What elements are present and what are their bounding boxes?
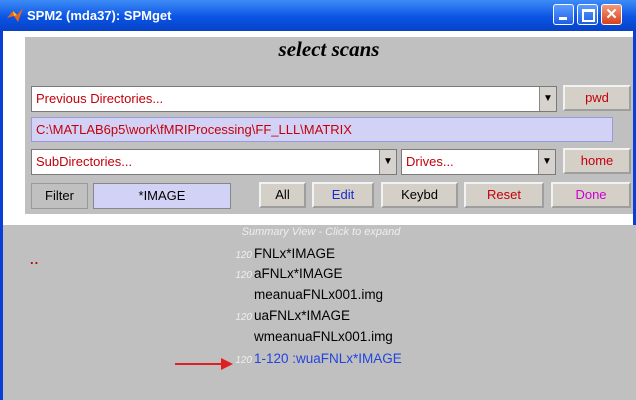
home-button[interactable]: home	[563, 148, 631, 174]
annotation-arrow-line	[175, 363, 223, 365]
close-icon: ✕	[605, 6, 618, 23]
title-bar[interactable]: SPM2 (mda37): SPMget ✕	[0, 0, 636, 31]
minimize-button[interactable]	[553, 4, 574, 25]
summary-view-header[interactable]: Summary View - Click to expand	[3, 226, 636, 238]
done-button[interactable]: Done	[551, 182, 631, 208]
all-button[interactable]: All	[259, 182, 306, 208]
previous-directories-label: Previous Directories...	[36, 91, 164, 106]
chevron-down-icon[interactable]: ▼	[539, 87, 556, 111]
arrow-right-icon	[221, 358, 233, 370]
list-item[interactable]: 120 aFNLx*IMAGE	[230, 266, 343, 281]
item-name: uaFNLx*IMAGE	[254, 308, 351, 323]
filter-label: Filter	[31, 183, 88, 209]
current-path-field[interactable]: C:\MATLAB6p5\work\fMRIProcessing\FF_LLL\…	[31, 117, 613, 142]
item-name: meanuaFNLx001.img	[254, 287, 384, 302]
list-item[interactable]: wmeanuaFNLx001.img	[230, 329, 393, 344]
reset-button[interactable]: Reset	[464, 182, 544, 208]
minimize-icon	[559, 17, 567, 20]
keybd-button[interactable]: Keybd	[381, 182, 458, 208]
item-count: 120	[235, 312, 252, 323]
chevron-down-icon[interactable]: ▼	[538, 150, 555, 174]
list-item[interactable]: meanuaFNLx001.img	[230, 287, 383, 302]
item-name: aFNLx*IMAGE	[254, 266, 343, 281]
subdirectories-dropdown[interactable]: SubDirectories... ▼	[31, 149, 397, 175]
previous-directories-dropdown[interactable]: Previous Directories... ▼	[31, 86, 557, 112]
window-title: SPM2 (mda37): SPMget	[27, 8, 172, 23]
filter-input[interactable]: *IMAGE	[93, 183, 231, 209]
item-count: 120	[235, 270, 252, 281]
maximize-icon	[582, 9, 595, 22]
drives-dropdown[interactable]: Drives... ▼	[401, 149, 556, 175]
matlab-icon	[7, 8, 23, 22]
item-name: FNLx*IMAGE	[254, 246, 336, 261]
edit-button[interactable]: Edit	[312, 182, 374, 208]
spmget-window: SPM2 (mda37): SPMget ✕ select scans Prev…	[0, 0, 636, 400]
panel-title: select scans	[278, 37, 380, 61]
list-item[interactable]: 120 FNLx*IMAGE	[230, 246, 335, 261]
list-item-selected[interactable]: 120 1-120 :wuaFNLx*IMAGE	[230, 351, 402, 366]
item-name: wmeanuaFNLx001.img	[254, 329, 393, 344]
item-name: 1-120 :wuaFNLx*IMAGE	[254, 351, 402, 366]
parent-directory-item[interactable]: ..	[30, 252, 39, 267]
item-count: 120	[235, 250, 252, 261]
list-item[interactable]: 120 uaFNLx*IMAGE	[230, 308, 350, 323]
maximize-button[interactable]	[577, 4, 598, 25]
close-button[interactable]: ✕	[601, 4, 622, 25]
item-count: 120	[235, 355, 252, 366]
drives-label: Drives...	[406, 154, 454, 169]
pwd-button[interactable]: pwd	[563, 85, 631, 111]
chevron-down-icon[interactable]: ▼	[379, 150, 396, 174]
subdirectories-label: SubDirectories...	[36, 154, 133, 169]
